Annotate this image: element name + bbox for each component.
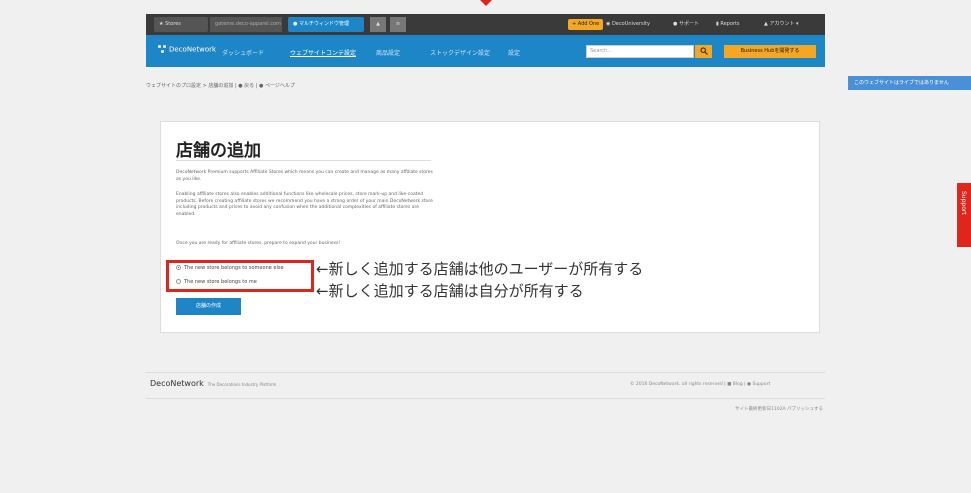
footer-logo-text: DecoNetwork: [150, 379, 204, 388]
footer-publish-info[interactable]: サイト最終更新日1102A パブリッシュする: [735, 406, 823, 412]
page-title: 店舗の追加: [176, 141, 261, 161]
nav-stock-design[interactable]: ストックデザイン設定: [430, 48, 490, 57]
deconetwork-logo-icon: [158, 45, 167, 54]
account-label: アカウント ▾: [769, 21, 799, 27]
site-not-live-notice: このウェブサイトはライブではありません: [848, 76, 971, 90]
footer-links[interactable]: © 2016 DecoNetwork. all rights reserved …: [630, 382, 770, 387]
title-divider: [176, 160, 431, 161]
annotation-belongs-to-me: ←新しく追加する店舗は自分が所有する: [316, 282, 584, 300]
reports-link[interactable]: ▮ Reports: [716, 19, 740, 30]
footer-tagline: The Decorations Industry Platform: [207, 382, 277, 387]
support-tab[interactable]: Support: [957, 183, 971, 247]
create-store-button[interactable]: 店舗の作成: [176, 298, 241, 315]
support-label: サポート: [678, 21, 699, 27]
user-icon[interactable]: ▲: [370, 17, 386, 32]
menu-icon[interactable]: ≡: [390, 17, 406, 32]
radio-highlight-box: [166, 260, 314, 292]
decouniversity-label: DecoUniversity: [611, 21, 650, 27]
logo-text: DecoNetwork: [169, 45, 217, 54]
main-nav-bar: DecoNetwork ダッシュボード ウェブサイトコンテ設定 商品設定 ストッ…: [146, 35, 825, 67]
search-button[interactable]: [695, 45, 712, 58]
intro-paragraph: DecoNetwork Premium supports Affiliate S…: [176, 170, 433, 182]
annotation-someone-else: ←新しく追加する店舗は他のユーザーが所有する: [316, 260, 644, 278]
search-icon: [700, 47, 708, 55]
nav-products[interactable]: 商品設定: [376, 48, 400, 57]
footer-divider-2: [146, 398, 825, 399]
deconetwork-logo[interactable]: DecoNetwork: [158, 45, 216, 54]
add-one-button[interactable]: + Add One: [568, 19, 604, 30]
support-link[interactable]: ● サポート: [673, 19, 699, 30]
footer-divider: [146, 372, 825, 373]
red-arrow-marker: [480, 0, 492, 6]
nav-website-content[interactable]: ウェブサイトコンテ設定: [290, 48, 356, 57]
ready-paragraph: Once you are ready for affiliate stores,…: [176, 241, 341, 246]
business-hub-button[interactable]: Business Hubを開発する: [724, 45, 816, 58]
store-url-tab[interactable]: gateme.deco-apparel.com: [210, 17, 282, 32]
details-paragraph: Enabling affiliate stores also enables a…: [176, 192, 433, 217]
footer-logo[interactable]: DecoNetwork The Decorations Industry Plat…: [150, 379, 276, 388]
add-store-card: 店舗の追加 DecoNetwork Premium supports Affil…: [160, 121, 820, 333]
admin-top-bar: ★ Stores gateme.deco-apparel.com ● マルチウィ…: [146, 14, 825, 35]
decouniversity-link[interactable]: ◉ DecoUniversity: [606, 19, 650, 30]
breadcrumb[interactable]: ウェブサイトのプロ設定 > 店舗の追加 | ● 戻る | ● ページヘルプ: [146, 82, 295, 89]
search-input[interactable]: Search...: [586, 45, 694, 58]
support-tab-label: Support: [960, 191, 967, 215]
tab-stores[interactable]: ★ Stores: [154, 17, 208, 32]
account-menu[interactable]: ▲ アカウント ▾: [764, 19, 799, 30]
tab-multi-window-manage[interactable]: ● マルチウィンドウ管理: [288, 17, 364, 32]
nav-settings[interactable]: 設定: [508, 48, 520, 57]
nav-dashboard[interactable]: ダッシュボード: [222, 48, 264, 57]
reports-label: Reports: [720, 21, 740, 27]
